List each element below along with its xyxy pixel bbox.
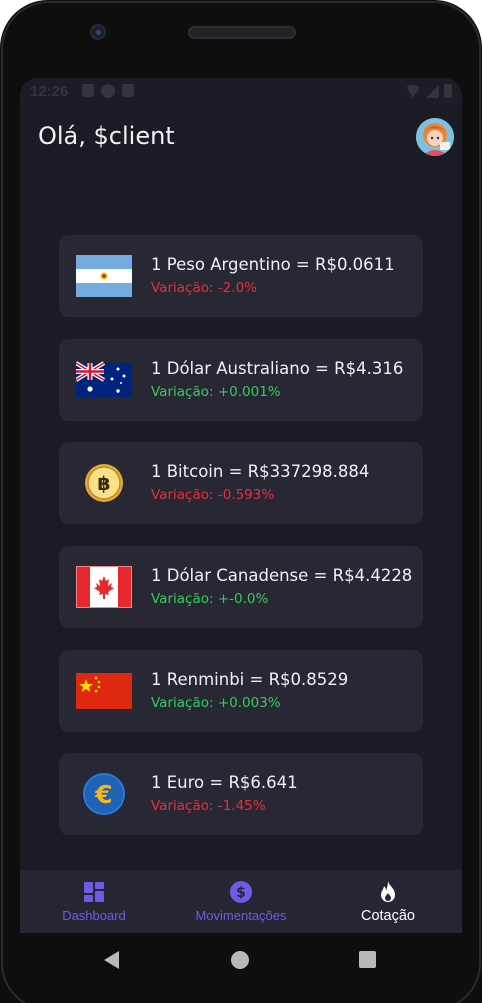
rate-text: 1 Bitcoin = R$337298.884 xyxy=(151,462,370,481)
back-icon[interactable] xyxy=(104,951,119,969)
earpiece-speaker xyxy=(188,26,296,39)
argentina-flag-icon xyxy=(76,255,132,297)
status-time: 12:26 xyxy=(30,83,69,100)
rate-variation: Variação: -1.45% xyxy=(151,798,266,814)
rate-variation: Variação: -2.0% xyxy=(151,280,257,296)
avatar[interactable] xyxy=(416,118,454,156)
nav-cotacao[interactable]: Cotação xyxy=(348,870,428,933)
home-icon[interactable] xyxy=(231,951,249,969)
rate-text: 1 Dólar Canadense = R$4.4228 xyxy=(151,566,413,585)
phone-frame: 12:26 Olá, $client 1 Peso Argentino = R$… xyxy=(0,0,482,1003)
notification-icon xyxy=(82,84,94,97)
dashboard-icon xyxy=(84,882,104,902)
system-navigation-bar xyxy=(0,933,482,1003)
nav-label: Dashboard xyxy=(62,908,126,923)
rate-variation: Variação: +0.003% xyxy=(151,695,281,711)
avatar-image xyxy=(416,118,454,156)
nav-label: Movimentações xyxy=(195,908,287,923)
rate-text: 1 Euro = R$6.641 xyxy=(151,773,298,792)
dollar-icon: $ xyxy=(230,881,252,903)
canada-flag-icon xyxy=(76,566,132,608)
sd-card-icon xyxy=(122,84,134,97)
rate-card[interactable]: 1 Dólar Canadense = R$4.4228 Variação: +… xyxy=(59,546,423,628)
front-camera xyxy=(90,24,106,40)
svg-text:$: $ xyxy=(236,885,246,901)
nav-dashboard[interactable]: Dashboard xyxy=(50,870,138,933)
system-icons xyxy=(405,84,452,98)
rate-card[interactable]: 1 Peso Argentino = R$0.0611 Variação: -2… xyxy=(59,235,423,317)
rate-card[interactable]: ฿ 1 Bitcoin = R$337298.884 Variação: -0.… xyxy=(59,442,423,524)
status-bar: 12:26 xyxy=(20,78,462,104)
recent-apps-icon[interactable] xyxy=(359,951,376,968)
app-notification-icon xyxy=(101,84,115,98)
rate-text: 1 Dólar Australiano = R$4.316 xyxy=(151,359,404,378)
battery-icon xyxy=(444,84,452,98)
wifi-icon xyxy=(405,84,421,98)
rate-card[interactable]: 1 Dólar Australiano = R$4.316 Variação: … xyxy=(59,339,423,421)
australia-flag-icon xyxy=(76,359,132,401)
svg-text:฿: ฿ xyxy=(97,473,110,495)
bottom-navigation: Dashboard $ Movimentações Cotação xyxy=(20,870,462,933)
nav-label: Cotação xyxy=(360,907,415,924)
nav-movimentacoes[interactable]: $ Movimentações xyxy=(185,870,297,933)
rate-card[interactable]: 1 Renminbi = R$0.8529 Variação: +0.003% xyxy=(59,650,423,732)
china-flag-icon xyxy=(76,670,132,712)
bitcoin-icon: ฿ xyxy=(76,462,132,504)
signal-icon xyxy=(426,84,439,98)
rate-text: 1 Peso Argentino = R$0.0611 xyxy=(151,255,395,274)
rate-variation: Variação: -0.593% xyxy=(151,487,275,503)
notification-icons xyxy=(82,84,134,98)
rate-text: 1 Renminbi = R$0.8529 xyxy=(151,670,349,689)
greeting-title: Olá, $client xyxy=(38,122,175,150)
rate-variation: Variação: +-0.0% xyxy=(151,591,269,607)
svg-text:€: € xyxy=(94,780,112,809)
fire-icon xyxy=(381,880,395,902)
euro-icon: € xyxy=(76,773,132,815)
app-screen: 12:26 Olá, $client 1 Peso Argentino = R$… xyxy=(20,78,462,933)
rate-variation: Variação: +0.001% xyxy=(151,384,281,400)
rate-card[interactable]: € 1 Euro = R$6.641 Variação: -1.45% xyxy=(59,753,423,835)
